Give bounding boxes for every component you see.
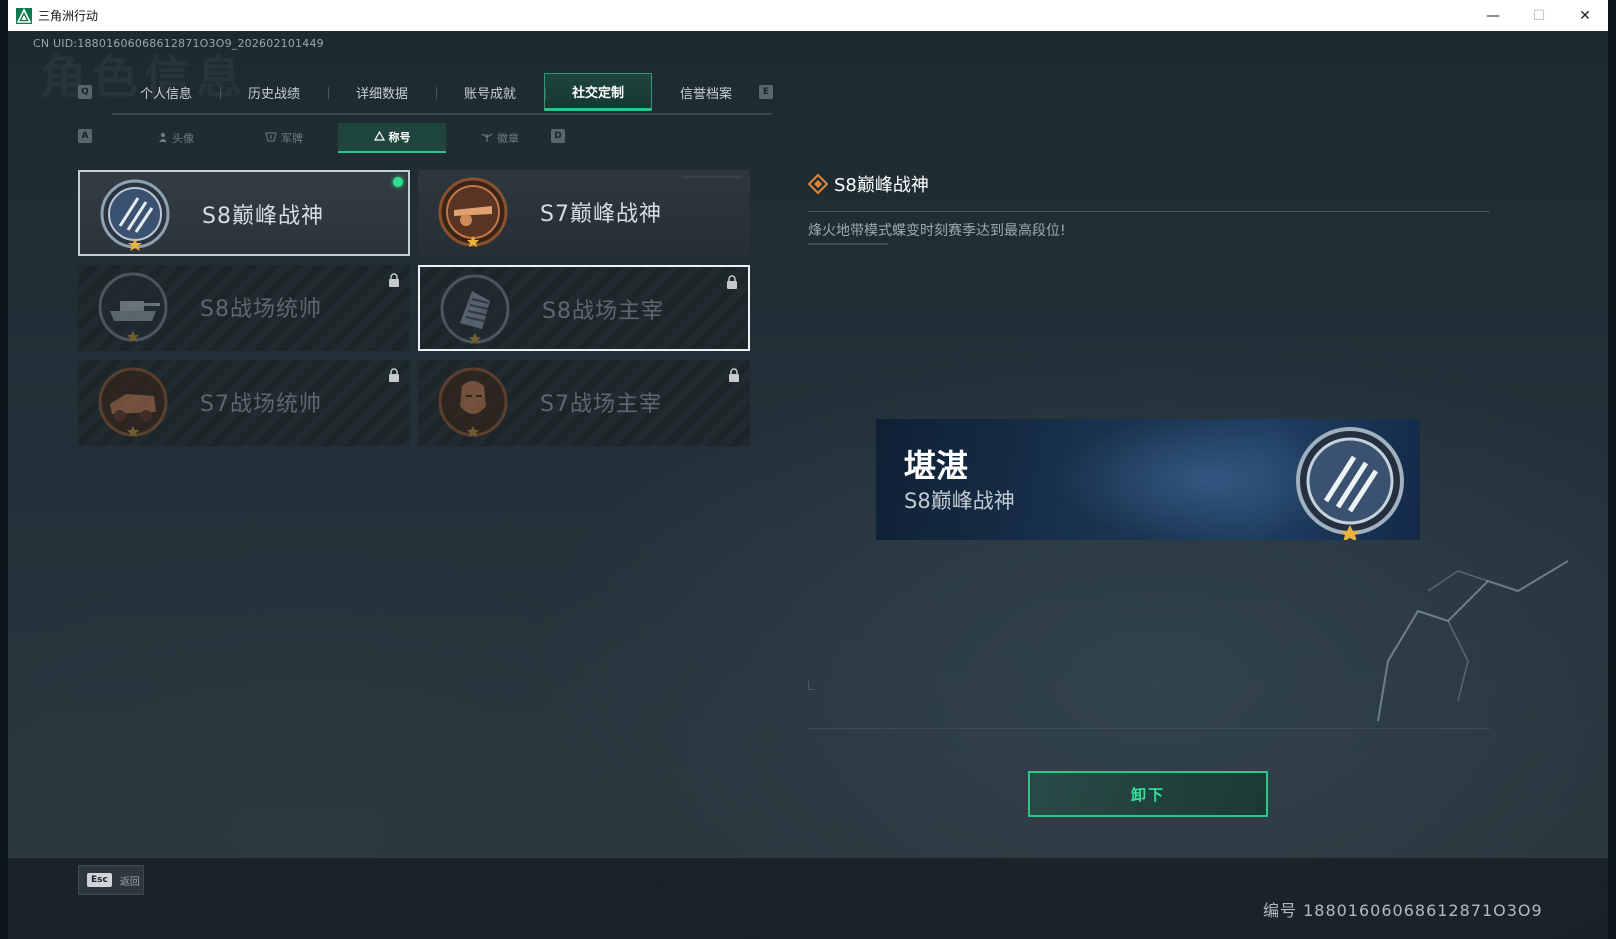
wings-icon [481, 132, 493, 145]
s8-peak-emblem-icon [100, 179, 170, 251]
tab-personal-info[interactable]: 个人信息 [112, 73, 220, 111]
key-hint-a: A [78, 129, 92, 143]
detail-description: 烽火地带模式蝶变时刻赛季达到最高段位! [808, 223, 1066, 239]
key-hint-q: Q [78, 85, 92, 99]
title-card-label: S8战场统帅 [200, 297, 322, 322]
detail-header: S8巅峰战神 [808, 171, 929, 197]
subtab-dogtag-label: 军牌 [281, 132, 303, 145]
s7-soldier-emblem-icon [438, 367, 508, 437]
key-hint-d: D [551, 129, 565, 143]
back-button[interactable]: Esc 返回 [78, 865, 144, 895]
title-card-s8-peak[interactable]: S8巅峰战神 [78, 170, 410, 256]
triangle-emblem-icon [373, 130, 385, 144]
title-card-s7-commander[interactable]: S7战场统帅 [78, 360, 410, 446]
subtab-title-label: 称号 [388, 131, 411, 144]
delta-force-logo-icon [16, 7, 32, 24]
lock-icon [389, 368, 399, 382]
game-window: 三角洲行动 — ☐ ✕ 角色信息 CN UID:1880160606861287… [8, 0, 1608, 939]
key-hint-e: E [759, 85, 773, 99]
main-tab-bar: 个人信息 历史战绩 详细数据 账号成就 社交定制 信誉档案 [112, 73, 772, 115]
subtab-avatar[interactable]: 头像 [122, 123, 230, 153]
subtab-badge[interactable]: 徽章 [446, 123, 554, 153]
person-icon [158, 132, 168, 145]
title-card-label: S7战场主宰 [540, 392, 662, 417]
close-button[interactable]: ✕ [1562, 0, 1608, 31]
uid-label: CN UID:18801606068612871O3O9_20260210144… [33, 37, 324, 50]
title-card-s7-dominator[interactable]: S7战场主宰 [418, 360, 750, 446]
description-decoration [808, 243, 888, 245]
lock-icon [389, 273, 399, 287]
title-card-s7-peak[interactable]: S7巅峰战神 [418, 170, 750, 256]
maximize-button[interactable]: ☐ [1516, 0, 1562, 31]
s8-tank-emblem-icon [98, 272, 168, 342]
frame-corner [808, 681, 815, 690]
minimize-button[interactable]: — [1470, 0, 1516, 31]
diamond-marker-icon [808, 174, 828, 194]
s8-peak-emblem-large-icon [1296, 427, 1404, 540]
dogtag-icon [265, 132, 277, 145]
title-card-label: S8战场主宰 [542, 299, 664, 324]
tab-match-history[interactable]: 历史战绩 [220, 73, 328, 111]
lock-icon [727, 275, 737, 289]
window-controls: — ☐ ✕ [1470, 0, 1608, 31]
back-label: 返回 [119, 876, 140, 888]
unequip-button[interactable]: 卸下 [1028, 771, 1268, 817]
window-titlebar: 三角洲行动 — ☐ ✕ [8, 0, 1608, 32]
subtab-avatar-label: 头像 [172, 132, 194, 145]
title-card-label: S7战场统帅 [200, 392, 322, 417]
subtab-badge-label: 徽章 [497, 132, 519, 145]
detail-title: S8巅峰战神 [834, 175, 929, 196]
sub-tab-bar: 头像 军牌 称号 徽章 [122, 123, 562, 153]
esc-key-hint: Esc [87, 873, 112, 887]
tab-detailed-stats[interactable]: 详细数据 [328, 73, 436, 111]
subtab-dogtag[interactable]: 军牌 [230, 123, 338, 153]
preview-player-name: 堪湛 [904, 447, 969, 485]
title-card-label: S8巅峰战神 [202, 204, 324, 229]
s8-building-emblem-icon [440, 274, 510, 344]
subtab-title[interactable]: 称号 [338, 123, 446, 153]
title-card-s8-dominator[interactable]: S8战场主宰 [418, 265, 750, 351]
player-id-strip: 编号 18801606068612871O3O9 [1263, 901, 1543, 920]
tab-social-custom[interactable]: 社交定制 [544, 73, 652, 111]
window-title: 三角洲行动 [38, 9, 99, 23]
lightning-background [1377, 560, 1569, 722]
lock-icon [729, 368, 739, 382]
game-viewport: 角色信息 CN UID:18801606068612871O3O9_202602… [8, 31, 1608, 939]
s7-peak-emblem-icon [438, 177, 508, 247]
title-card-label: S7巅峰战神 [540, 202, 662, 227]
preview-title: S8巅峰战神 [904, 489, 1015, 513]
tab-achievements[interactable]: 账号成就 [436, 73, 544, 111]
nameplate-preview: 堪湛 S8巅峰战神 [876, 419, 1420, 540]
tab-credit-record[interactable]: 信誉档案 [652, 73, 760, 111]
equipped-indicator [393, 177, 403, 187]
s7-vehicle-emblem-icon [98, 367, 168, 437]
detail-divider [808, 211, 1490, 212]
title-card-s8-commander[interactable]: S8战场统帅 [78, 265, 410, 351]
card-decoration [682, 176, 742, 178]
